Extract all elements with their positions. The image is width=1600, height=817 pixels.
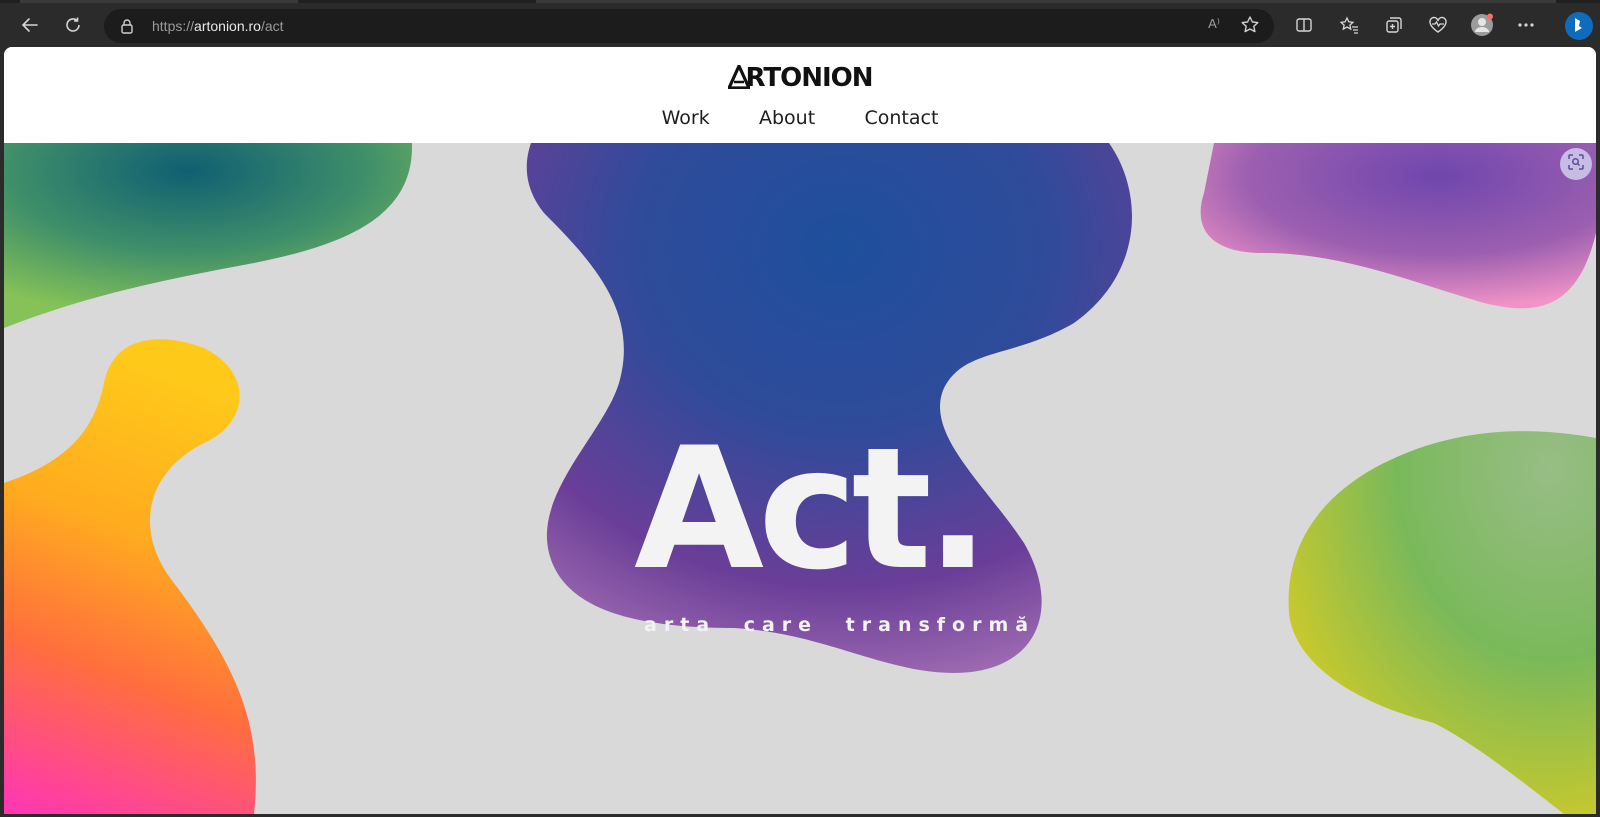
nav-about[interactable]: About — [759, 107, 815, 129]
back-arrow-icon — [21, 16, 39, 34]
split-screen-icon — [1295, 16, 1313, 34]
hero-headline: Act. — [634, 411, 990, 607]
url-path: /act — [260, 18, 284, 34]
site-logo[interactable]: RTONION — [4, 62, 1596, 96]
back-button[interactable] — [12, 7, 48, 43]
read-aloud-icon[interactable]: A⁾ — [1208, 16, 1220, 32]
nav-contact[interactable]: Contact — [864, 107, 938, 129]
visual-search-icon — [1567, 153, 1585, 176]
hero-banner: Act. arta care transformă — [4, 143, 1596, 814]
collections-icon — [1385, 16, 1403, 34]
copilot-button[interactable] — [1564, 11, 1594, 41]
browser-essentials-button[interactable] — [1420, 7, 1456, 43]
nav-work[interactable]: Work — [662, 107, 710, 129]
logo-text: RTONION — [745, 63, 874, 93]
address-bar[interactable]: https://artonion.ro/act A⁾ — [104, 9, 1274, 43]
main-nav: Work About Contact — [4, 107, 1596, 130]
favorites-list-icon — [1339, 16, 1359, 34]
page-viewport: RTONION Work About Contact Act. arta car… — [4, 47, 1596, 814]
hero-tagline: arta care transformă — [644, 614, 1036, 636]
more-dots-icon — [1517, 22, 1535, 28]
refresh-icon — [64, 16, 82, 34]
avatar — [1470, 13, 1494, 37]
split-screen-button[interactable] — [1286, 7, 1322, 43]
lock-icon[interactable] — [120, 18, 134, 39]
browser-toolbar: https://artonion.ro/act A⁾ — [0, 3, 1600, 47]
refresh-button[interactable] — [55, 7, 91, 43]
visual-search-button[interactable] — [1560, 148, 1592, 180]
url-host: artonion.ro — [194, 18, 261, 34]
profile-button[interactable] — [1464, 7, 1500, 43]
collections-button[interactable] — [1376, 7, 1412, 43]
url-text[interactable]: https://artonion.ro/act — [152, 18, 284, 34]
bing-icon — [1564, 12, 1594, 45]
heart-pulse-icon — [1428, 16, 1448, 34]
settings-more-button[interactable] — [1508, 7, 1544, 43]
site-header: RTONION Work About Contact — [4, 47, 1596, 143]
favorites-button[interactable] — [1331, 7, 1367, 43]
favorite-star-icon[interactable] — [1240, 15, 1260, 40]
url-scheme: https:// — [152, 18, 195, 34]
